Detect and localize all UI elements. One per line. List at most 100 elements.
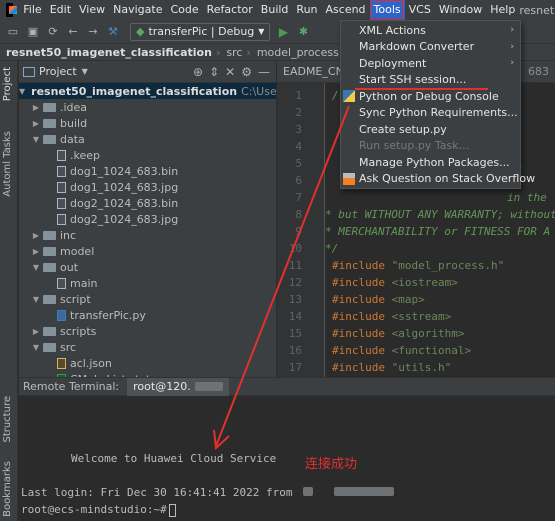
stackoverflow-icon [343,172,355,185]
tools-menu-item[interactable]: Deployment › [341,55,520,72]
code-line: #include <sstream> [332,310,451,323]
code-line: in the [507,191,547,204]
run-icon[interactable]: ▶ [276,25,290,39]
menu-view[interactable]: View [75,0,109,20]
tree-file[interactable]: dog1_1024_683.jpg [19,179,276,195]
tree-folder[interactable]: ▼ src [19,339,276,355]
back-icon[interactable]: ← [66,25,80,39]
menu-ascend[interactable]: Ascend [322,0,370,20]
breadcrumb-folder[interactable]: src [220,46,242,59]
tree-file[interactable]: dog2_1024_683.jpg [19,211,276,227]
chevron-right-icon[interactable]: ▶ [31,247,41,256]
tree-root[interactable]: ▼ resnet50_imagenet_classification C:\Us… [19,83,276,99]
include-target: "model_process.h" [391,259,505,272]
line-number: 7 [295,191,302,204]
menu-run[interactable]: Run [292,0,321,20]
tools-menu-item-label: Deployment [359,56,427,70]
tree-file[interactable]: main [19,275,276,291]
include-target: <functional> [391,344,472,357]
project-tool-tab[interactable]: Project [2,67,13,101]
redacted-ip [194,382,223,391]
breadcrumb-separator: › [246,45,251,59]
file-icon [57,149,66,161]
breadcrumb-project[interactable]: resnet50_imagenet_classification [0,46,212,59]
tree-item-label: out [60,260,79,274]
tools-menu-item[interactable]: Start SSH session... [341,72,520,90]
window-title: resnet50_imag [519,3,555,17]
structure-tab[interactable]: Structure [2,396,13,443]
tools-menu-item[interactable]: Manage Python Packages... [341,154,520,171]
menu-build[interactable]: Build [257,0,293,20]
tree-folder[interactable]: ▶ build [19,115,276,131]
chevron-down-icon[interactable]: ▼ [31,343,41,352]
bookmarks-tab[interactable]: Bookmarks [2,461,13,517]
tools-menu-item[interactable]: Markdown Converter › [341,39,520,56]
folder-icon [43,262,56,272]
terminal-last-login: Last login: Fri Dec 30 16:41:41 2022 fro… [21,486,394,499]
menu-file[interactable]: File [19,0,45,20]
tree-folder[interactable]: ▼ data [19,131,276,147]
target-icon[interactable]: ⊕ [193,65,203,79]
tab-image[interactable]: 683 [522,65,555,78]
menu-window[interactable]: Window [435,0,486,20]
tools-menu-item[interactable]: XML Actions › [341,22,520,39]
automl-tasks-tab[interactable]: Automl Tasks [2,131,13,197]
terminal-prompt-line[interactable]: root@ecs-mindstudio:~# [21,503,176,517]
tools-menu-item-label: Create setup.py [359,122,447,136]
forward-icon[interactable]: → [86,25,100,39]
chevron-down-icon[interactable]: ▼ [31,263,41,272]
run-config-select[interactable]: ◆ transferPic | Debug ▼ [130,22,271,41]
tree-folder[interactable]: ▶ .idea [19,99,276,115]
open-folder-icon[interactable]: ▭ [6,25,20,39]
menu-code[interactable]: Code [166,0,202,20]
chevron-down-icon[interactable]: ▼ [31,295,41,304]
code-line: * but WITHOUT ANY WARRANTY; without [325,208,555,221]
tools-menu-item[interactable]: Python or Debug Console [341,88,520,105]
menu-refactor[interactable]: Refactor [203,0,257,20]
menu-help[interactable]: Help [486,0,519,20]
tree-folder[interactable]: ▶ model [19,243,276,259]
tree-file[interactable]: .keep [19,147,276,163]
tools-menu-item-label: Run setup.py Task... [359,139,470,153]
terminal-cursor [168,503,176,517]
menu-navigate[interactable]: Navigate [109,0,166,20]
terminal-label: Remote Terminal: [23,380,120,393]
sync-icon[interactable]: ⟳ [46,25,60,39]
tools-menu-item[interactable]: Sync Python Requirements... [341,105,520,122]
tree-folder[interactable]: ▼ out [19,259,276,275]
tree-file[interactable]: dog2_1024_683.bin [19,195,276,211]
line-number: 9 [295,225,302,238]
folder-icon [43,102,56,112]
tools-menu-item[interactable]: Create setup.py [341,121,520,138]
tree-folder[interactable]: ▼ script [19,291,276,307]
chevron-right-icon[interactable]: ▶ [31,119,41,128]
debug-icon[interactable]: ✱ [296,25,310,39]
chevron-right-icon[interactable]: ▶ [31,231,41,240]
chevron-down-icon[interactable]: ▼ [31,135,41,144]
project-panel-title[interactable]: Project [39,65,77,78]
tree-folder[interactable]: ▶ scripts [19,323,276,339]
tree-file[interactable]: acl.json [19,355,276,371]
line-number: 15 [288,327,302,340]
tree-file[interactable]: dog1_1024_683.bin [19,163,276,179]
chevron-right-icon[interactable]: ▶ [31,327,41,336]
menu-vcs[interactable]: VCS [405,0,435,20]
chevron-down-icon[interactable]: ▼ [19,87,25,96]
collapse-all-icon[interactable]: ⇕ [209,65,219,79]
line-number: 16 [288,344,302,357]
tree-file[interactable]: transferPic.py [19,307,276,323]
file-icon [57,165,66,177]
menu-edit[interactable]: Edit [46,0,75,20]
close-icon[interactable]: ✕ [225,65,235,79]
build-icon[interactable]: ⚒ [106,25,120,39]
menu-tools[interactable]: Tools [369,0,405,20]
tools-menu-item[interactable]: Ask Question on Stack Overflow [341,171,535,188]
chevron-down-icon[interactable]: ▼ [82,67,88,76]
gear-icon[interactable]: ⚙ [241,65,252,79]
terminal-tab[interactable]: root@120. [127,377,229,396]
hide-icon[interactable]: — [258,65,270,79]
chevron-right-icon[interactable]: ▶ [31,103,41,112]
save-icon[interactable]: ▣ [26,25,40,39]
tree-item-label: inc [60,228,77,242]
tree-folder[interactable]: ▶ inc [19,227,276,243]
